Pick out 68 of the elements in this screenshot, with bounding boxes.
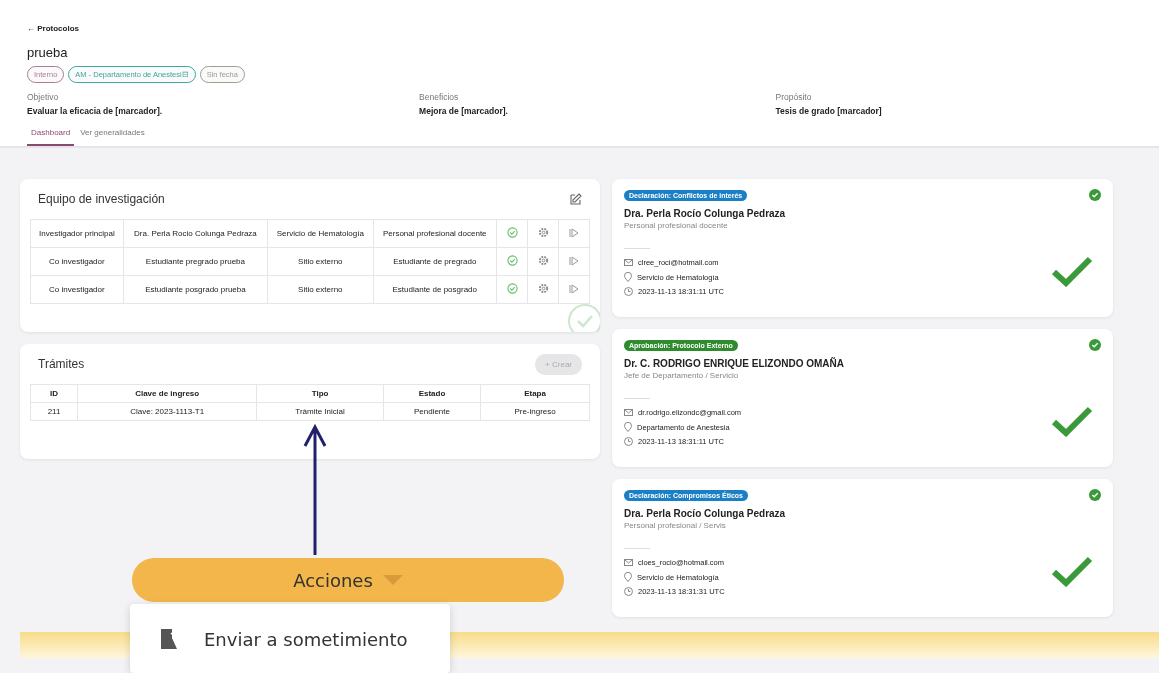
gear-icon[interactable]: [537, 255, 549, 266]
table-cell: Co investigador: [30, 275, 124, 304]
card-title: Equipo de investigación: [38, 192, 165, 206]
gear-icon[interactable]: [537, 227, 549, 238]
table-cell: Estudiante posgrado prueba: [123, 275, 268, 304]
checkmark-icon: [1051, 405, 1093, 437]
table-cell: Estudiante de posgrado: [373, 275, 497, 304]
caret-icon: [382, 575, 403, 585]
tab[interactable]: Ver generalidades: [76, 126, 149, 146]
person-role: Personal profesional / Servis: [624, 521, 726, 530]
mail-icon: [624, 559, 633, 566]
table-cell: Sitio externo: [267, 275, 373, 304]
person-name: Dra. Perla Rocío Colunga Pedraza: [624, 208, 786, 219]
checkmark-icon: [1051, 255, 1093, 287]
table-cell: Personal profesional docente: [373, 219, 497, 248]
table-cell: Estudiante pregrado prueba: [123, 247, 268, 276]
back-link[interactable]: ← Protocolos: [27, 24, 79, 33]
play-icon[interactable]: [569, 283, 579, 294]
check-circle-icon: [506, 283, 518, 294]
actions-button[interactable]: Acciones: [132, 558, 564, 602]
check-circle-icon: [506, 255, 518, 266]
field-value: Evaluar la eficacia de [marcador].: [27, 106, 164, 116]
table-cell: Sitio externo: [267, 247, 373, 276]
table-cell: Clave: 2023-1113-T1: [77, 402, 257, 421]
field-value: Mejora de [marcador].: [419, 106, 509, 116]
column-header: ID: [30, 384, 78, 403]
table-cell: Estudiante de pregrado: [373, 247, 497, 276]
location-pin-icon: [624, 572, 632, 582]
table-cell: Investigador principal: [30, 219, 124, 248]
location-pin-icon: [624, 272, 632, 282]
mail-icon: [624, 259, 633, 266]
table-cell: Pre-ingreso: [480, 402, 590, 421]
table-cell: Co investigador: [30, 247, 124, 276]
table-cell: Pendiente: [383, 402, 481, 421]
page-title: prueba: [27, 45, 69, 60]
column-header: Tipo: [256, 384, 384, 403]
column-header: Etapa: [480, 384, 590, 403]
table-cell: Servicio de Hematología: [267, 219, 373, 248]
mail-icon: [624, 409, 633, 416]
tab[interactable]: Dashboard: [27, 126, 75, 146]
clock-icon: [624, 287, 633, 296]
clock-icon: [624, 437, 633, 446]
check-circle-icon: [1089, 339, 1101, 351]
play-icon[interactable]: [569, 227, 579, 238]
check-circle-icon: [1089, 189, 1101, 201]
column-header: Clave de ingreso: [77, 384, 257, 403]
card-title: Trámites: [38, 357, 85, 371]
person-role: Personal profesional docente: [624, 221, 728, 230]
gear-icon[interactable]: [537, 283, 549, 294]
field-value: Tesis de grado [marcador]: [775, 106, 883, 116]
play-icon[interactable]: [569, 255, 579, 266]
field-label: Objetivo: [27, 92, 60, 102]
table-cell: Dra. Perla Rocio Colunga Pedraza: [123, 219, 268, 248]
location-pin-icon: [624, 422, 632, 432]
edit-icon[interactable]: [570, 193, 582, 205]
person-name: Dr. C. RODRIGO ENRIQUE ELIZONDO OMAÑA: [624, 358, 844, 369]
check-circle-icon: [506, 227, 518, 238]
person-name: Dra. Perla Rocío Colunga Pedraza: [624, 508, 786, 519]
check-circle-icon: [1089, 489, 1101, 501]
menu-item[interactable]: Enviar a sometimiento: [130, 604, 450, 673]
field-label: Propósito: [775, 92, 813, 102]
table-cell: 211: [30, 402, 78, 421]
clock-icon: [624, 587, 633, 596]
table-cell: Trámite Inicial: [256, 402, 384, 421]
checkmark-icon: [1051, 555, 1093, 587]
person-role: Jefe de Departamento / Servicio: [624, 371, 739, 380]
field-label: Beneficios: [419, 92, 460, 102]
column-header: Estado: [383, 384, 481, 403]
